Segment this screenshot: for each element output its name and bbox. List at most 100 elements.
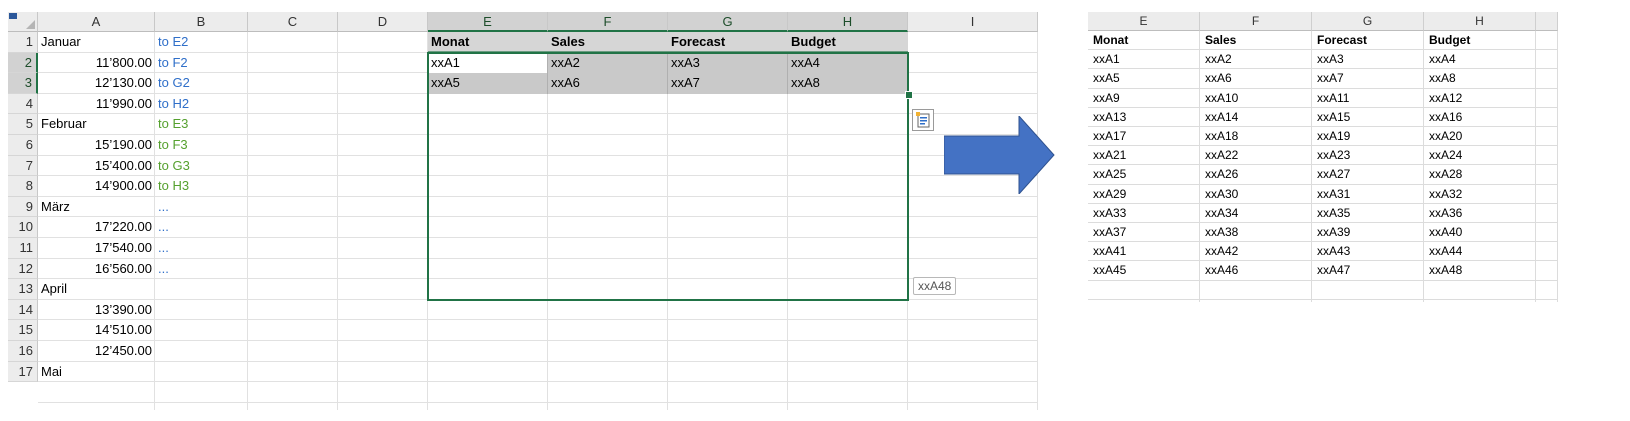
row-header-9[interactable]: 9 (8, 196, 38, 218)
cell-amount[interactable]: 11’990.00 (38, 94, 155, 115)
result-table-header[interactable]: Forecast (1312, 31, 1424, 50)
result-table-cell[interactable]: xxA7 (1312, 69, 1424, 88)
result-table-cell[interactable]: xxA32 (1424, 185, 1536, 204)
cell-month[interactable]: März (38, 197, 155, 218)
autofill-selection-range[interactable] (427, 51, 909, 301)
row-header-12[interactable]: 12 (8, 258, 38, 280)
column-header-d[interactable]: D (338, 12, 428, 32)
cell-amount[interactable]: 11’800.00 (38, 53, 155, 74)
result-table-cell[interactable]: xxA23 (1312, 146, 1424, 165)
result-table-cell[interactable]: xxA21 (1088, 146, 1200, 165)
column-header-h[interactable]: H (788, 12, 908, 32)
cell-table-header[interactable]: Monat (428, 32, 548, 53)
cell-month[interactable]: Februar (38, 114, 155, 135)
result-column-header-g[interactable]: G (1312, 12, 1424, 31)
result-table-cell[interactable]: xxA40 (1424, 223, 1536, 242)
result-table-cell[interactable]: xxA33 (1088, 204, 1200, 223)
cell-mapping-note[interactable]: to E3 (155, 114, 248, 135)
result-table-cell[interactable]: xxA11 (1312, 89, 1424, 108)
result-table-header[interactable]: Budget (1424, 31, 1536, 50)
cell-amount[interactable]: 12’130.00 (38, 73, 155, 94)
cell-month[interactable]: Mai (38, 362, 155, 383)
cell-mapping-note[interactable]: ... (155, 217, 248, 238)
row-header-17[interactable]: 17 (8, 361, 38, 383)
result-table-cell[interactable]: xxA12 (1424, 89, 1536, 108)
result-table-cell[interactable]: xxA38 (1200, 223, 1312, 242)
result-table-cell[interactable]: xxA28 (1424, 165, 1536, 184)
row-header-3[interactable]: 3 (8, 73, 38, 94)
result-table-cell[interactable]: xxA18 (1200, 127, 1312, 146)
result-table-cell[interactable]: xxA43 (1312, 242, 1424, 261)
row-header-16[interactable]: 16 (8, 341, 38, 362)
row-header-1[interactable]: 1 (8, 32, 38, 53)
cell-amount[interactable]: 12’450.00 (38, 341, 155, 362)
column-header-e[interactable]: E (428, 12, 548, 32)
cell-amount[interactable]: 15’190.00 (38, 135, 155, 156)
cell-mapping-note[interactable]: ... (155, 238, 248, 259)
result-table-cell[interactable]: xxA3 (1312, 50, 1424, 69)
row-header-15[interactable]: 15 (8, 320, 38, 341)
result-table-cell[interactable]: xxA4 (1424, 50, 1536, 69)
cell-table-header[interactable]: Sales (548, 32, 668, 53)
column-header-a[interactable]: A (38, 12, 155, 32)
result-table-cell[interactable]: xxA34 (1200, 204, 1312, 223)
cell-table-header[interactable]: Forecast (668, 32, 788, 53)
result-table-cell[interactable]: xxA24 (1424, 146, 1536, 165)
result-table-cell[interactable]: xxA22 (1200, 146, 1312, 165)
result-table-cell[interactable]: xxA1 (1088, 50, 1200, 69)
row-header-13[interactable]: 13 (8, 279, 38, 300)
result-table-cell[interactable]: xxA17 (1088, 127, 1200, 146)
cell-amount[interactable]: 15’400.00 (38, 156, 155, 177)
result-table-cell[interactable]: xxA19 (1312, 127, 1424, 146)
result-table-cell[interactable]: xxA47 (1312, 261, 1424, 280)
result-table-cell[interactable]: xxA44 (1424, 242, 1536, 261)
result-table-cell[interactable]: xxA8 (1424, 69, 1536, 88)
result-table-cell[interactable]: xxA35 (1312, 204, 1424, 223)
result-table-cell[interactable]: xxA5 (1088, 69, 1200, 88)
row-header-5[interactable]: 5 (8, 114, 38, 135)
cell-mapping-note[interactable]: to G3 (155, 156, 248, 177)
cell-mapping-note[interactable]: to H3 (155, 176, 248, 197)
column-header-i[interactable]: I (908, 12, 1038, 32)
column-header-c[interactable]: C (248, 12, 338, 32)
result-table-cell[interactable]: xxA26 (1200, 165, 1312, 184)
result-column-header-h[interactable]: H (1424, 12, 1536, 31)
cell-mapping-note[interactable]: to F2 (155, 53, 248, 74)
row-header-11[interactable]: 11 (8, 238, 38, 259)
result-table-cell[interactable]: xxA20 (1424, 127, 1536, 146)
row-header-6[interactable]: 6 (8, 135, 38, 156)
result-table-header[interactable]: Monat (1088, 31, 1200, 50)
row-header-4[interactable]: 4 (8, 93, 38, 115)
result-table-cell[interactable]: xxA6 (1200, 69, 1312, 88)
result-table-cell[interactable]: xxA37 (1088, 223, 1200, 242)
cell-amount[interactable]: 17’540.00 (38, 238, 155, 259)
fill-handle[interactable] (905, 90, 913, 99)
row-header-2[interactable]: 2 (8, 52, 38, 74)
result-column-header-f[interactable]: F (1200, 12, 1312, 31)
result-table-cell[interactable]: xxA10 (1200, 89, 1312, 108)
result-table-cell[interactable]: xxA14 (1200, 108, 1312, 127)
result-table-cell[interactable]: xxA16 (1424, 108, 1536, 127)
result-table-cell[interactable]: xxA15 (1312, 108, 1424, 127)
column-header-g[interactable]: G (668, 12, 788, 32)
row-header-14[interactable]: 14 (8, 299, 38, 321)
result-table-cell[interactable]: xxA45 (1088, 261, 1200, 280)
cell-table-header[interactable]: Budget (788, 32, 908, 53)
cell-mapping-note[interactable]: to F3 (155, 135, 248, 156)
cell-amount[interactable]: 13’390.00 (38, 300, 155, 321)
cell-mapping-note[interactable]: to G2 (155, 73, 248, 94)
cell-mapping-note[interactable]: ... (155, 197, 248, 218)
column-header-f[interactable]: F (548, 12, 668, 32)
cell-month[interactable]: April (38, 279, 155, 300)
cell-amount[interactable]: 16’560.00 (38, 259, 155, 280)
result-table-header[interactable]: Sales (1200, 31, 1312, 50)
result-table-cell[interactable]: xxA27 (1312, 165, 1424, 184)
result-table-cell[interactable]: xxA13 (1088, 108, 1200, 127)
result-table-cell[interactable]: xxA30 (1200, 185, 1312, 204)
cell-amount[interactable]: 14’900.00 (38, 176, 155, 197)
cell-month[interactable]: Januar (38, 32, 155, 53)
result-table-cell[interactable]: xxA31 (1312, 185, 1424, 204)
result-table-cell[interactable]: xxA46 (1200, 261, 1312, 280)
result-column-header-e[interactable]: E (1088, 12, 1200, 31)
cell-amount[interactable]: 14’510.00 (38, 320, 155, 341)
